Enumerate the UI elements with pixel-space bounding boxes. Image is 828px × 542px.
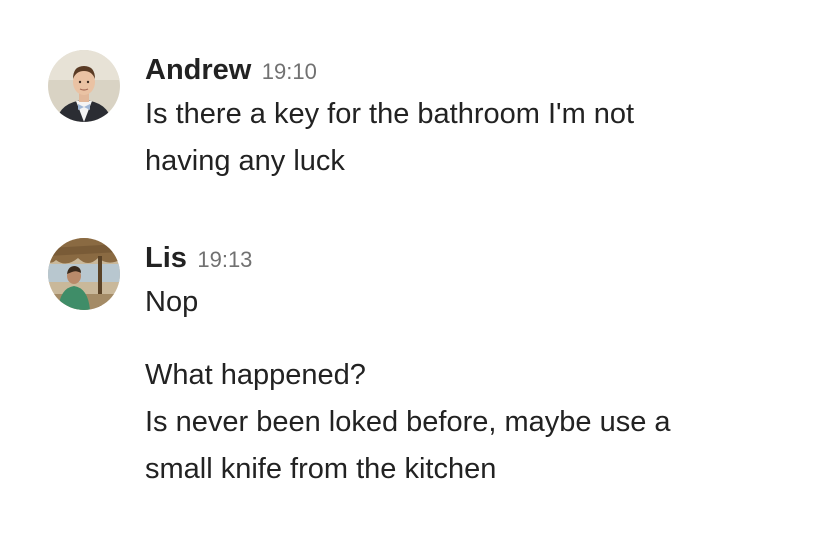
avatar-lis[interactable] [48,238,120,310]
user-photo-andrew-icon [48,50,120,122]
message-timestamp: 19:13 [197,247,253,272]
message-body-lis: Lis 19:13 Nop What happened? Is never be… [145,238,808,493]
message-header: Lis 19:13 [145,238,808,278]
chat-thread: Andrew 19:10 Is there a key for the bath… [0,0,828,542]
message-text-line: small knife from the kitchen [145,453,497,485]
message-text-line: Is there a key for the bathroom I'm not [145,98,635,130]
author-name[interactable]: Lis [145,242,187,274]
author-name[interactable]: Andrew [145,54,251,86]
message-body-andrew: Andrew 19:10 Is there a key for the bath… [145,50,808,185]
message-header: Andrew 19:10 [145,50,808,90]
user-photo-lis-icon [48,238,120,310]
avatar-andrew[interactable] [48,50,120,122]
message-text-line: What happened? [145,359,366,391]
message-text-line: having any luck [145,145,345,177]
message-text-line: Nop [145,286,199,318]
message-text-line: Is never been loked before, maybe use a [145,406,671,438]
message-timestamp: 19:10 [261,59,317,84]
